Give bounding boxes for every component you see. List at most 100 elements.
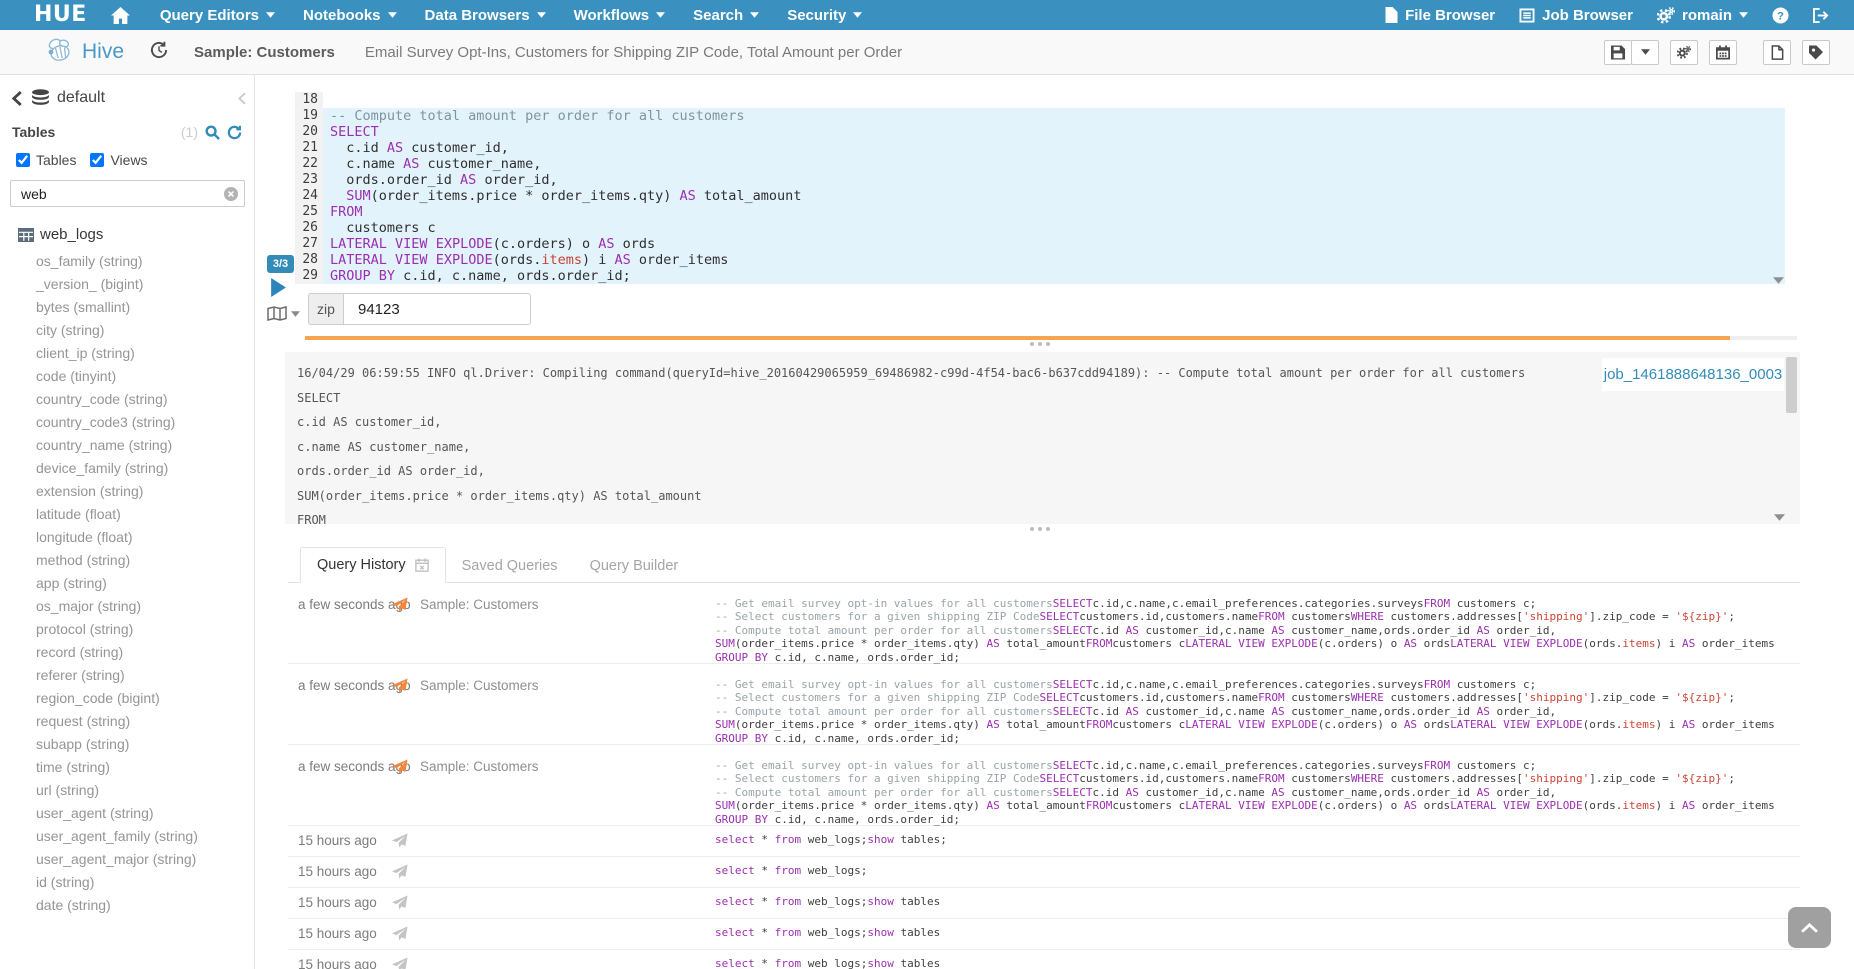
variable-input[interactable]: [343, 293, 531, 325]
column-item[interactable]: os_major (string): [0, 595, 254, 618]
database-name[interactable]: default: [57, 89, 105, 107]
menu-security[interactable]: Security: [773, 0, 876, 30]
column-item[interactable]: _version_ (bigint): [0, 273, 254, 296]
menu-workflows[interactable]: Workflows: [560, 0, 680, 30]
history-sql-snippet[interactable]: select * from web_logs;show tables;: [715, 833, 1796, 846]
history-row[interactable]: 15 hours agoselect * from web_logs;show …: [288, 950, 1800, 969]
column-item[interactable]: id (string): [0, 871, 254, 894]
new-document-button[interactable]: [1763, 40, 1791, 65]
gears-button[interactable]: [1670, 40, 1698, 65]
menu-query-editors[interactable]: Query Editors: [146, 0, 289, 30]
editor-scroll-down-icon[interactable]: [1773, 271, 1784, 289]
column-item[interactable]: country_code (string): [0, 388, 254, 411]
column-item[interactable]: extension (string): [0, 480, 254, 503]
column-item[interactable]: country_name (string): [0, 434, 254, 457]
log-scrollbar-thumb[interactable]: [1786, 357, 1797, 413]
tag-button[interactable]: [1802, 40, 1830, 65]
history-row[interactable]: 15 hours agoselect * from web_logs;show …: [288, 826, 1800, 857]
calendar-button[interactable]: [1709, 40, 1737, 65]
column-item[interactable]: time (string): [0, 756, 254, 779]
sql-token: SELECT: [1053, 759, 1093, 772]
column-item[interactable]: os_family (string): [0, 250, 254, 273]
toolbar-group: [1763, 40, 1791, 65]
job-link[interactable]: job_1461888648136_0003: [1604, 366, 1783, 383]
variable-label: zip: [308, 293, 343, 325]
column-item[interactable]: device_family (string): [0, 457, 254, 480]
history-row[interactable]: a few seconds agoSample: Customers-- Get…: [288, 745, 1800, 826]
column-item[interactable]: region_code (bigint): [0, 687, 254, 710]
hue-logo[interactable]: HUE: [34, 0, 87, 30]
history-sql-snippet[interactable]: -- Get email survey opt-in values for al…: [715, 597, 1796, 664]
column-item[interactable]: latitude (float): [0, 503, 254, 526]
tab-query-history[interactable]: Query History: [300, 547, 446, 583]
signout-icon[interactable]: [1801, 0, 1842, 30]
collapse-panel-icon[interactable]: [238, 92, 246, 105]
tab-query-builder[interactable]: Query Builder: [574, 549, 695, 583]
history-sql-snippet[interactable]: select * from web_logs;show tables: [715, 926, 1796, 939]
history-row[interactable]: 15 hours agoselect * from web_logs;show …: [288, 888, 1800, 919]
sql-token: items: [1622, 718, 1655, 731]
column-item[interactable]: user_agent_major (string): [0, 848, 254, 871]
table-item-web-logs[interactable]: web_logs: [18, 226, 254, 243]
history-sql-snippet[interactable]: select * from web_logs;show tables: [715, 957, 1796, 969]
tab-saved-queries[interactable]: Saved Queries: [446, 549, 574, 583]
column-name: bytes: [36, 299, 69, 315]
history-sql-snippet[interactable]: -- Get email survey opt-in values for al…: [715, 678, 1796, 745]
line-number: 19: [295, 108, 323, 124]
romain-item[interactable]: romain: [1645, 0, 1760, 30]
filter-checkbox-views[interactable]: [90, 153, 104, 167]
column-item[interactable]: record (string): [0, 641, 254, 664]
column-item[interactable]: app (string): [0, 572, 254, 595]
app-name[interactable]: Hive: [82, 40, 124, 64]
column-item[interactable]: subapp (string): [0, 733, 254, 756]
column-item[interactable]: city (string): [0, 319, 254, 342]
caret-down-button[interactable]: [1631, 40, 1659, 65]
resize-grip[interactable]: [1030, 342, 1050, 346]
column-item[interactable]: country_code3 (string): [0, 411, 254, 434]
history-row[interactable]: a few seconds agoSample: Customers-- Get…: [288, 583, 1800, 664]
file-browser-item[interactable]: File Browser: [1373, 0, 1507, 30]
menu-data-browsers[interactable]: Data Browsers: [411, 0, 560, 30]
column-item[interactable]: user_agent (string): [0, 802, 254, 825]
column-item[interactable]: longitude (float): [0, 526, 254, 549]
history-row[interactable]: 15 hours agoselect * from web_logs;show …: [288, 919, 1800, 950]
menu-search[interactable]: Search: [679, 0, 773, 30]
filter-views[interactable]: Views: [90, 152, 147, 168]
column-item[interactable]: referer (string): [0, 664, 254, 687]
execute-query-button[interactable]: [271, 278, 286, 300]
back-icon[interactable]: [12, 91, 22, 106]
column-item[interactable]: request (string): [0, 710, 254, 733]
sql-token: -- Compute total amount per order for al…: [330, 108, 745, 124]
column-item[interactable]: bytes (smallint): [0, 296, 254, 319]
save-button[interactable]: [1604, 40, 1632, 65]
clear-search-icon[interactable]: [224, 187, 238, 206]
scroll-to-top-button[interactable]: [1788, 907, 1831, 948]
column-item[interactable]: method (string): [0, 549, 254, 572]
resize-grip[interactable]: [1030, 527, 1050, 531]
refresh-icon[interactable]: [227, 125, 242, 140]
home-icon[interactable]: [111, 7, 130, 24]
job-browser-item[interactable]: Job Browser: [1507, 0, 1645, 30]
history-sql-snippet[interactable]: -- Get email survey opt-in values for al…: [715, 759, 1796, 826]
column-item[interactable]: url (string): [0, 779, 254, 802]
filter-checkbox-tables[interactable]: [16, 153, 30, 167]
history-row[interactable]: 15 hours agoselect * from web_logs;: [288, 857, 1800, 888]
search-icon[interactable]: [205, 125, 220, 140]
filter-tables[interactable]: Tables: [16, 152, 76, 168]
log-scroll-down-icon[interactable]: [1774, 508, 1785, 526]
minimap-button[interactable]: [267, 306, 300, 321]
column-item[interactable]: protocol (string): [0, 618, 254, 641]
query-history-icon[interactable]: [150, 41, 168, 64]
sql-token: (order_items.price * order_items.qty): [735, 718, 987, 731]
history-row[interactable]: a few seconds agoSample: Customers-- Get…: [288, 664, 1800, 745]
history-sql-snippet[interactable]: select * from web_logs;show tables: [715, 895, 1796, 908]
column-item[interactable]: client_ip (string): [0, 342, 254, 365]
menu-notebooks[interactable]: Notebooks: [289, 0, 411, 30]
history-sql-snippet[interactable]: select * from web_logs;: [715, 864, 1796, 877]
column-item[interactable]: user_agent_family (string): [0, 825, 254, 848]
column-item[interactable]: code (tinyint): [0, 365, 254, 388]
sql-code-editor[interactable]: 1819-- Compute total amount per order fo…: [295, 92, 1785, 284]
column-item[interactable]: date (string): [0, 894, 254, 917]
help-icon[interactable]: ?: [1760, 0, 1801, 30]
table-search-input[interactable]: [10, 180, 245, 207]
